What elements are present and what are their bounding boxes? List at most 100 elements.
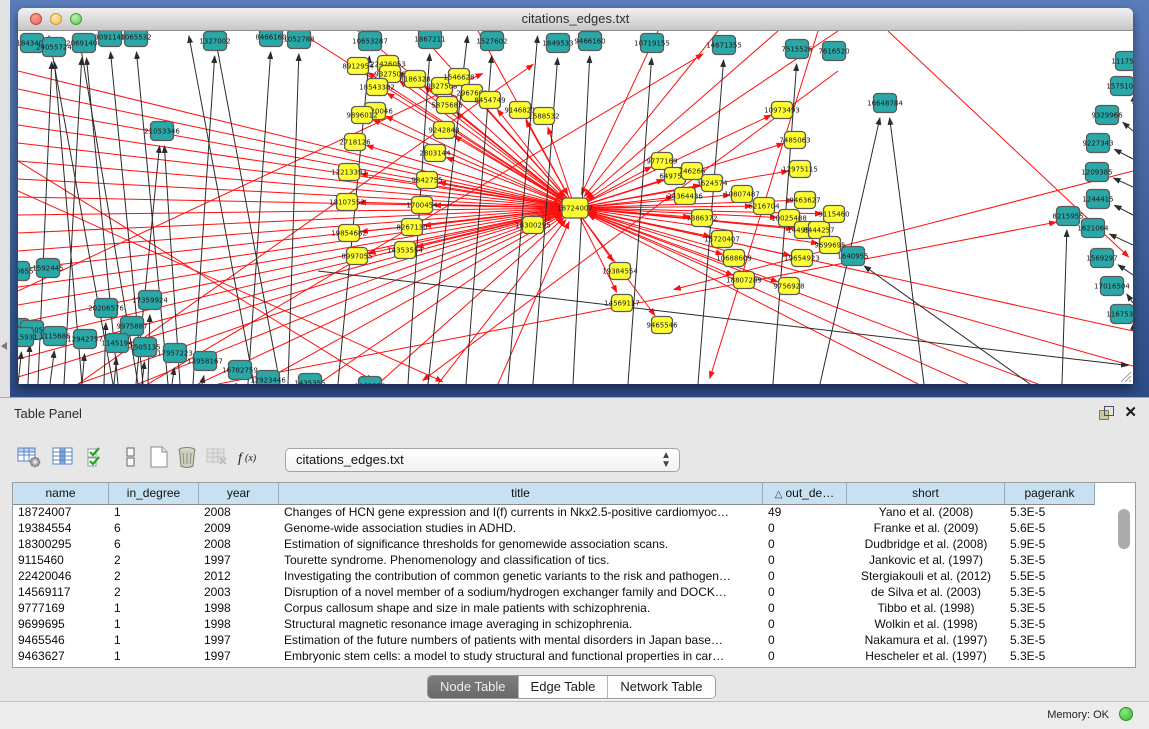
table-row[interactable]: 969969511998Structural magnetic resonanc… — [13, 617, 1095, 633]
network-node[interactable]: 3624574 — [696, 175, 728, 192]
network-edge[interactable] — [1118, 265, 1133, 275]
tab-network-table[interactable]: Network Table — [608, 676, 714, 698]
network-node[interactable]: 1505135 — [129, 338, 160, 357]
network-node[interactable]: 1588532 — [528, 108, 559, 125]
network-node[interactable]: 1849533 — [542, 34, 573, 53]
network-edge[interactable] — [18, 352, 21, 384]
network-edge[interactable] — [1114, 205, 1133, 215]
network-edge[interactable] — [589, 212, 1133, 366]
tab-edge-table[interactable]: Edge Table — [519, 676, 609, 698]
network-node[interactable]: 12942757 — [67, 330, 103, 349]
network-table-select[interactable]: citations_edges.txt ▲▼ — [285, 448, 680, 472]
table-row[interactable]: 946554611997Estimation of the future num… — [13, 633, 1095, 649]
network-edge[interactable] — [1110, 234, 1133, 245]
network-edge[interactable] — [198, 214, 561, 384]
column-header-out_de[interactable]: △out_de… — [763, 483, 847, 505]
network-node[interactable]: 2520655 — [18, 262, 34, 281]
network-node[interactable]: 9465546 — [646, 317, 678, 334]
scrollbar-thumb[interactable] — [1118, 509, 1130, 549]
table-row[interactable]: 2242004622012Investigating the contribut… — [13, 569, 1095, 585]
memory-status-indicator[interactable] — [1119, 707, 1133, 721]
network-edge[interactable] — [18, 191, 443, 382]
network-node[interactable]: 20206576 — [88, 299, 124, 318]
network-node[interactable]: 10653287 — [352, 32, 388, 51]
network-node[interactable]: 2718126 — [339, 134, 371, 151]
network-edge[interactable] — [628, 58, 652, 384]
close-panel-icon[interactable]: ✕ — [1124, 406, 1137, 420]
table-row[interactable]: 1938455462009Genome-wide association stu… — [13, 521, 1095, 537]
network-edge[interactable] — [373, 120, 575, 208]
column-header-pagerank[interactable]: pagerank — [1005, 483, 1095, 505]
column-header-year[interactable]: year — [199, 483, 279, 505]
network-node[interactable]: 9756928 — [773, 278, 804, 295]
network-node[interactable]: 17016504 — [1094, 277, 1130, 296]
network-edge[interactable] — [438, 220, 566, 384]
network-node[interactable]: 9896012 — [346, 107, 377, 124]
network-edge[interactable] — [890, 118, 924, 384]
network-node[interactable]: 9329966 — [1091, 106, 1123, 125]
network-node[interactable]: 9227343 — [1082, 134, 1113, 153]
network-node[interactable]: 19654923 — [784, 250, 820, 267]
table-row[interactable]: 946362711997Embryonic stem cells: a mode… — [13, 649, 1095, 665]
network-node[interactable]: 18724007 — [557, 198, 593, 218]
network-node[interactable]: 7515526 — [781, 40, 813, 59]
network-edge[interactable] — [28, 345, 30, 384]
network-edge[interactable] — [1114, 178, 1133, 187]
table-vertical-scrollbar[interactable] — [1117, 507, 1132, 665]
network-node[interactable]: 8454749 — [474, 92, 505, 109]
network-edge[interactable] — [18, 211, 560, 341]
network-edge[interactable] — [318, 271, 1128, 365]
network-edge[interactable] — [1114, 149, 1133, 159]
network-node[interactable]: 9842755 — [411, 172, 442, 189]
network-node[interactable]: 18107552 — [329, 194, 365, 211]
network-edge[interactable] — [498, 222, 569, 384]
network-node[interactable]: 1867211 — [414, 31, 445, 49]
table-row[interactable]: 1456911722003Disruption of a novel membe… — [13, 585, 1095, 601]
network-node[interactable]: 1569297 — [1086, 249, 1117, 268]
network-node[interactable]: 1592445 — [32, 259, 63, 278]
network-node[interactable]: 7485063 — [779, 132, 810, 149]
network-edge[interactable] — [1062, 230, 1067, 384]
network-node[interactable]: 1963258 — [354, 377, 385, 385]
network-node[interactable]: 9115460 — [818, 206, 849, 223]
network-node[interactable]: 12975115 — [782, 161, 818, 178]
table-row[interactable]: 1830029562008Estimation of significance … — [13, 537, 1095, 553]
new-column-icon[interactable] — [146, 444, 172, 470]
select-rows-icon[interactable] — [84, 444, 110, 470]
network-node[interactable]: 1244415 — [1082, 190, 1113, 209]
network-node[interactable]: 19384554 — [602, 263, 638, 280]
network-node[interactable]: 1145194 — [101, 334, 133, 353]
network-node[interactable]: 9242843 — [428, 122, 459, 139]
network-node[interactable]: 1065532 — [120, 31, 151, 47]
network-edge[interactable] — [202, 376, 204, 384]
network-node[interactable]: 8267130 — [396, 219, 427, 236]
network-node[interactable]: 5875685 — [431, 97, 462, 114]
resize-grip[interactable] — [1119, 370, 1132, 383]
window-titlebar[interactable]: citations_edges.txt — [18, 8, 1133, 31]
network-canvas[interactable]: 1843404240557242069140630911411065532132… — [18, 31, 1133, 384]
network-node[interactable]: 1117533 — [1111, 52, 1133, 71]
network-node[interactable]: 1621064 — [1077, 219, 1109, 238]
network-node[interactable]: 9466160 — [574, 32, 605, 51]
table-row[interactable]: 1872400712008Changes of HCN gene express… — [13, 505, 1095, 521]
splitter-collapse-icon[interactable] — [1, 342, 7, 350]
network-edge[interactable] — [189, 36, 254, 384]
network-node[interactable]: 1209385 — [1081, 163, 1112, 182]
network-node[interactable]: 1435355 — [294, 374, 325, 385]
table-settings-icon[interactable] — [16, 444, 42, 470]
network-node[interactable]: 16648784 — [867, 94, 903, 113]
network-node[interactable]: 1527602 — [476, 32, 507, 51]
column-select-icon[interactable] — [50, 444, 76, 470]
tab-node-table[interactable]: Node Table — [428, 676, 519, 698]
network-node[interactable]: 9699695 — [814, 237, 845, 254]
network-edge[interactable] — [193, 56, 215, 384]
network-node[interactable]: 8466160 — [255, 31, 286, 47]
toggle-rows-icon[interactable] — [118, 444, 144, 470]
table-row[interactable]: 977716911998Corpus callosum shape and si… — [13, 601, 1095, 617]
column-header-short[interactable]: short — [847, 483, 1005, 505]
network-node[interactable]: 7386372 — [686, 210, 717, 227]
network-node[interactable]: 12213393 — [331, 164, 367, 181]
network-node[interactable]: 1575107 — [1106, 77, 1133, 96]
network-node[interactable]: 1546628 — [443, 69, 474, 86]
network-node[interactable]: 1052788 — [283, 31, 314, 49]
